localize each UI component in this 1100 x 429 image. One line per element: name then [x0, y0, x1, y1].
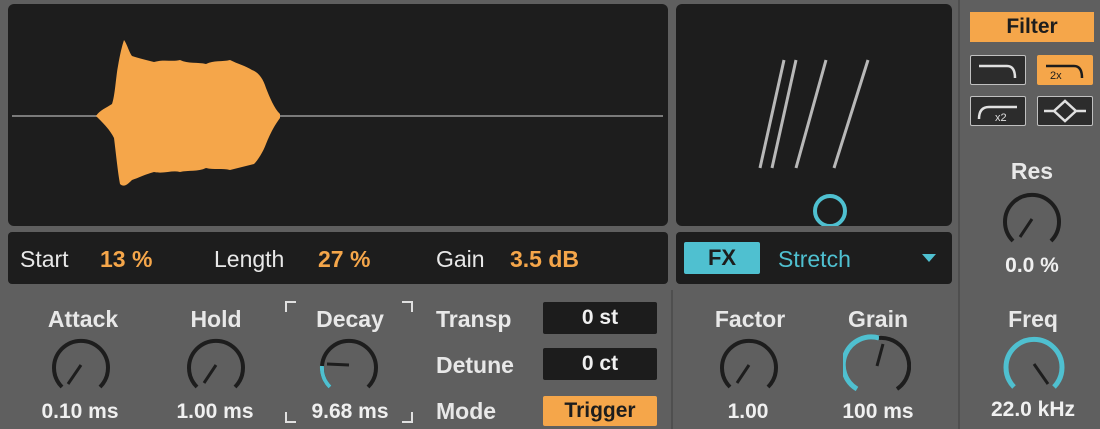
freq-value[interactable]: 22.0 kHz [991, 398, 1075, 422]
fx-button-label: FX [707, 245, 737, 270]
attack-value[interactable]: 0.10 ms [41, 400, 118, 424]
fx-xy-display[interactable] [676, 4, 952, 228]
highpass-filter-button[interactable]: x2 [970, 96, 1026, 126]
sample-info-bar: Start 13 % Length 27 % Gain 3.5 dB [8, 232, 668, 284]
transp-field[interactable]: 0 st [543, 302, 657, 334]
section-divider [671, 290, 673, 429]
transp-label: Transp [436, 306, 512, 332]
lowpass-2x-icon: 2x [1046, 64, 1084, 82]
gain-label: Gain [436, 246, 485, 272]
res-label: Res [1010, 158, 1054, 184]
start-value[interactable]: 13 % [100, 246, 152, 273]
lowpass-2x-filter-button[interactable]: 2x [1037, 55, 1093, 85]
filter-button-label: Filter [1006, 15, 1058, 38]
freq-knob[interactable] [1000, 330, 1068, 398]
decay-knob[interactable] [316, 332, 382, 398]
length-value[interactable]: 27 % [318, 246, 370, 273]
xy-handle-icon[interactable] [813, 194, 847, 228]
hold-label: Hold [190, 306, 242, 332]
fx-selector-bar: FX Stretch [676, 232, 952, 284]
waveform-shape [96, 40, 280, 186]
decay-value[interactable]: 9.68 ms [311, 400, 388, 424]
attack-knob[interactable] [48, 332, 114, 398]
length-label: Length [214, 246, 285, 272]
gain-value[interactable]: 3.5 dB [510, 246, 579, 273]
highpass-x2-icon: x2 [977, 105, 1017, 124]
waveform-display[interactable] [8, 4, 668, 226]
mode-label: Mode [436, 398, 497, 424]
filter-button[interactable]: Filter [970, 12, 1094, 42]
mode-trigger-button[interactable]: Trigger [543, 396, 657, 426]
grain-value[interactable]: 100 ms [842, 400, 913, 424]
chevron-down-icon[interactable] [922, 254, 936, 264]
factor-knob[interactable] [716, 332, 782, 398]
detune-value: 0 ct [581, 352, 619, 375]
lowpass-icon [979, 64, 1017, 79]
mode-value: Trigger [564, 399, 636, 422]
detune-label: Detune [436, 352, 514, 378]
factor-value[interactable]: 1.00 [728, 400, 769, 424]
fx-mode-value[interactable]: Stretch [778, 246, 851, 273]
stretch-lines-graphic [758, 59, 870, 228]
section-divider [958, 0, 960, 429]
res-value[interactable]: 0.0 % [1005, 254, 1059, 278]
fx-button[interactable]: FX [684, 242, 760, 274]
detune-field[interactable]: 0 ct [543, 348, 657, 380]
highpass-x2-badge: x2 [995, 112, 1007, 124]
attack-label: Attack [47, 306, 119, 332]
freq-label: Freq [1008, 306, 1058, 332]
bandpass-filter-button[interactable] [1037, 96, 1093, 126]
grain-knob[interactable] [843, 332, 911, 400]
decay-label: Decay [316, 306, 384, 332]
hold-value[interactable]: 1.00 ms [176, 400, 253, 424]
bandpass-icon [1044, 99, 1086, 123]
lowpass-2x-badge: 2x [1050, 70, 1062, 82]
lowpass-filter-button[interactable] [970, 55, 1026, 85]
res-knob[interactable] [999, 186, 1065, 252]
factor-label: Factor [714, 306, 786, 332]
transp-value: 0 st [581, 306, 619, 329]
grain-label: Grain [847, 306, 909, 332]
start-label: Start [20, 246, 69, 272]
hold-knob[interactable] [183, 332, 249, 398]
waveform-graphic [12, 40, 663, 186]
